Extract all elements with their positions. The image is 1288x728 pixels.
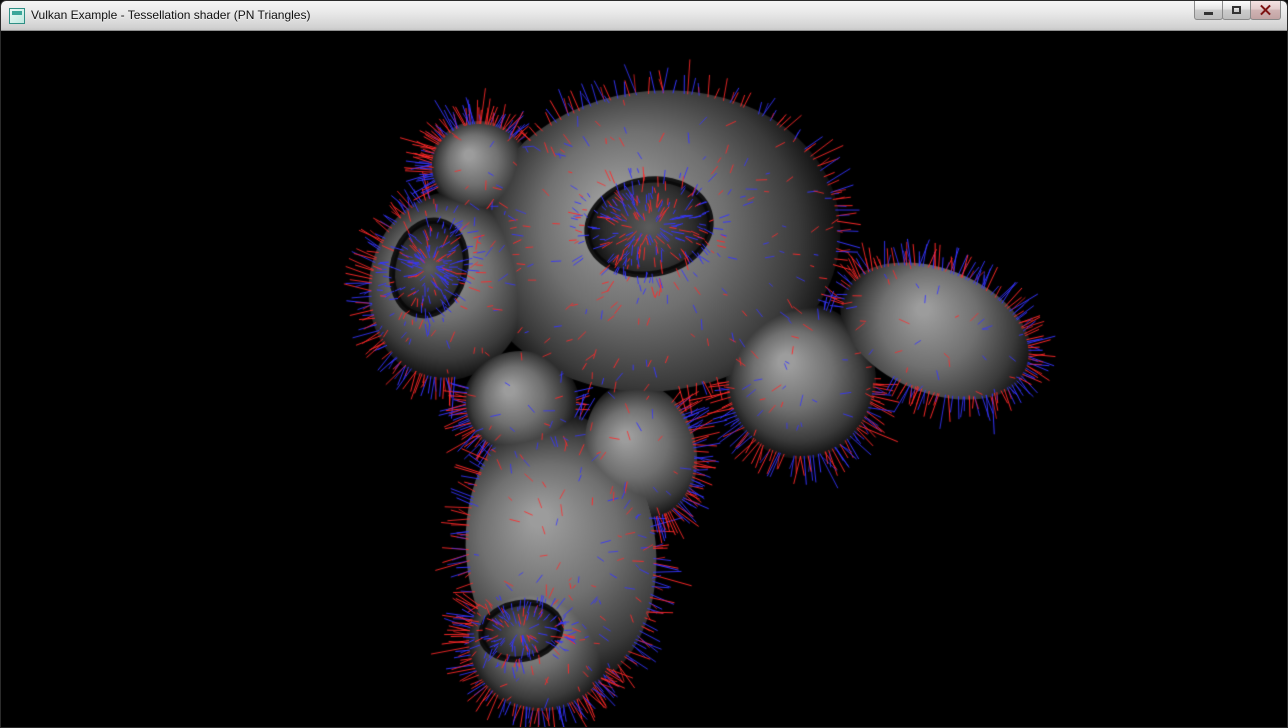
window-title: Vulkan Example - Tessellation shader (PN… [31,1,310,30]
app-icon [9,8,25,24]
close-button[interactable] [1250,1,1281,20]
window-controls [1195,1,1281,20]
titlebar[interactable]: Vulkan Example - Tessellation shader (PN… [1,1,1287,31]
minimize-button[interactable] [1194,1,1223,20]
maximize-icon [1232,6,1241,14]
close-icon [1259,4,1272,17]
maximize-button[interactable] [1222,1,1251,20]
3d-viewport[interactable] [1,31,1287,727]
minimize-icon [1204,12,1213,15]
app-window: Vulkan Example - Tessellation shader (PN… [0,0,1288,728]
